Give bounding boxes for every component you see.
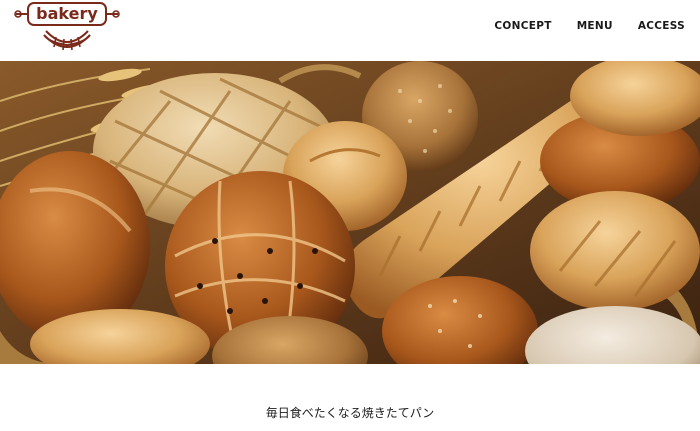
nav-link-concept[interactable]: CONCEPT xyxy=(494,20,551,32)
main-nav: CONCEPT MENU ACCESS xyxy=(494,20,685,32)
nav-link-menu[interactable]: MENU xyxy=(577,20,613,32)
bakery-logo[interactable]: bakery xyxy=(14,1,120,55)
hero-bread-image xyxy=(0,61,700,364)
rolling-pin-croissant-icon: bakery xyxy=(14,2,120,51)
tagline: 毎日食べたくなる焼きたてパン xyxy=(265,406,435,420)
site-header: bakery CONCEPT MENU ACCESS xyxy=(0,0,700,61)
nav-link-access[interactable]: ACCESS xyxy=(638,20,685,32)
logo-text: bakery xyxy=(36,4,98,23)
